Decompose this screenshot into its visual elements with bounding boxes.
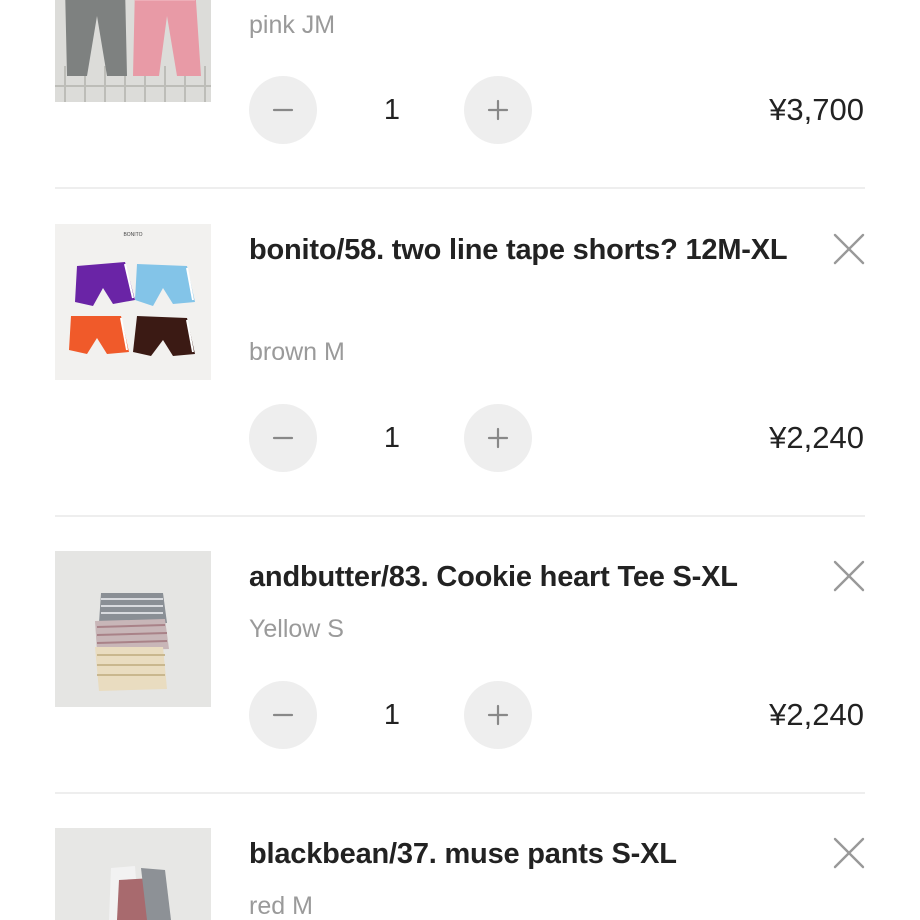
item-variant: brown M bbox=[249, 338, 345, 366]
quantity-increase-button[interactable] bbox=[464, 681, 532, 749]
remove-item-button[interactable] bbox=[830, 557, 868, 595]
product-thumbnail[interactable] bbox=[55, 828, 211, 920]
item-price: ¥2,240 bbox=[769, 420, 864, 455]
product-thumbnail[interactable] bbox=[55, 551, 211, 707]
close-icon bbox=[833, 560, 865, 592]
product-thumbnail[interactable]: BONITO bbox=[55, 224, 211, 380]
product-image-shorts: BONITO bbox=[55, 224, 211, 380]
minus-icon bbox=[272, 713, 294, 717]
item-name[interactable]: bonito/58. two line tape shorts? 12M-XL bbox=[249, 224, 794, 276]
item-name[interactable]: blackbean/37. muse pants S-XL bbox=[249, 828, 794, 880]
item-variant: red M bbox=[249, 892, 313, 920]
product-image-pants bbox=[55, 828, 211, 920]
quantity-increase-button[interactable] bbox=[464, 76, 532, 144]
minus-icon bbox=[272, 108, 294, 112]
divider bbox=[55, 792, 865, 794]
close-icon bbox=[833, 837, 865, 869]
plus-icon bbox=[487, 704, 509, 726]
quantity-value: 1 bbox=[383, 699, 401, 731]
thumb-brand: BONITO bbox=[123, 232, 142, 238]
product-image-tees bbox=[55, 551, 211, 707]
item-variant: Yellow S bbox=[249, 615, 344, 643]
product-image-pants bbox=[55, 0, 211, 102]
divider bbox=[55, 515, 865, 517]
quantity-value: 1 bbox=[383, 94, 401, 126]
item-price: ¥3,700 bbox=[769, 92, 864, 127]
quantity-decrease-button[interactable] bbox=[249, 681, 317, 749]
item-price: ¥2,240 bbox=[769, 697, 864, 732]
quantity-decrease-button[interactable] bbox=[249, 76, 317, 144]
item-name[interactable]: andbutter/83. Cookie heart Tee S-XL bbox=[249, 551, 794, 603]
quantity-decrease-button[interactable] bbox=[249, 404, 317, 472]
quantity-value: 1 bbox=[383, 422, 401, 454]
remove-item-button[interactable] bbox=[830, 230, 868, 268]
item-variant: pink JM bbox=[249, 11, 336, 39]
remove-item-button[interactable] bbox=[830, 834, 868, 872]
product-thumbnail[interactable] bbox=[55, 0, 211, 102]
close-icon bbox=[833, 233, 865, 265]
minus-icon bbox=[272, 436, 294, 440]
divider bbox=[55, 187, 865, 189]
plus-icon bbox=[487, 427, 509, 449]
quantity-increase-button[interactable] bbox=[464, 404, 532, 472]
plus-icon bbox=[487, 99, 509, 121]
